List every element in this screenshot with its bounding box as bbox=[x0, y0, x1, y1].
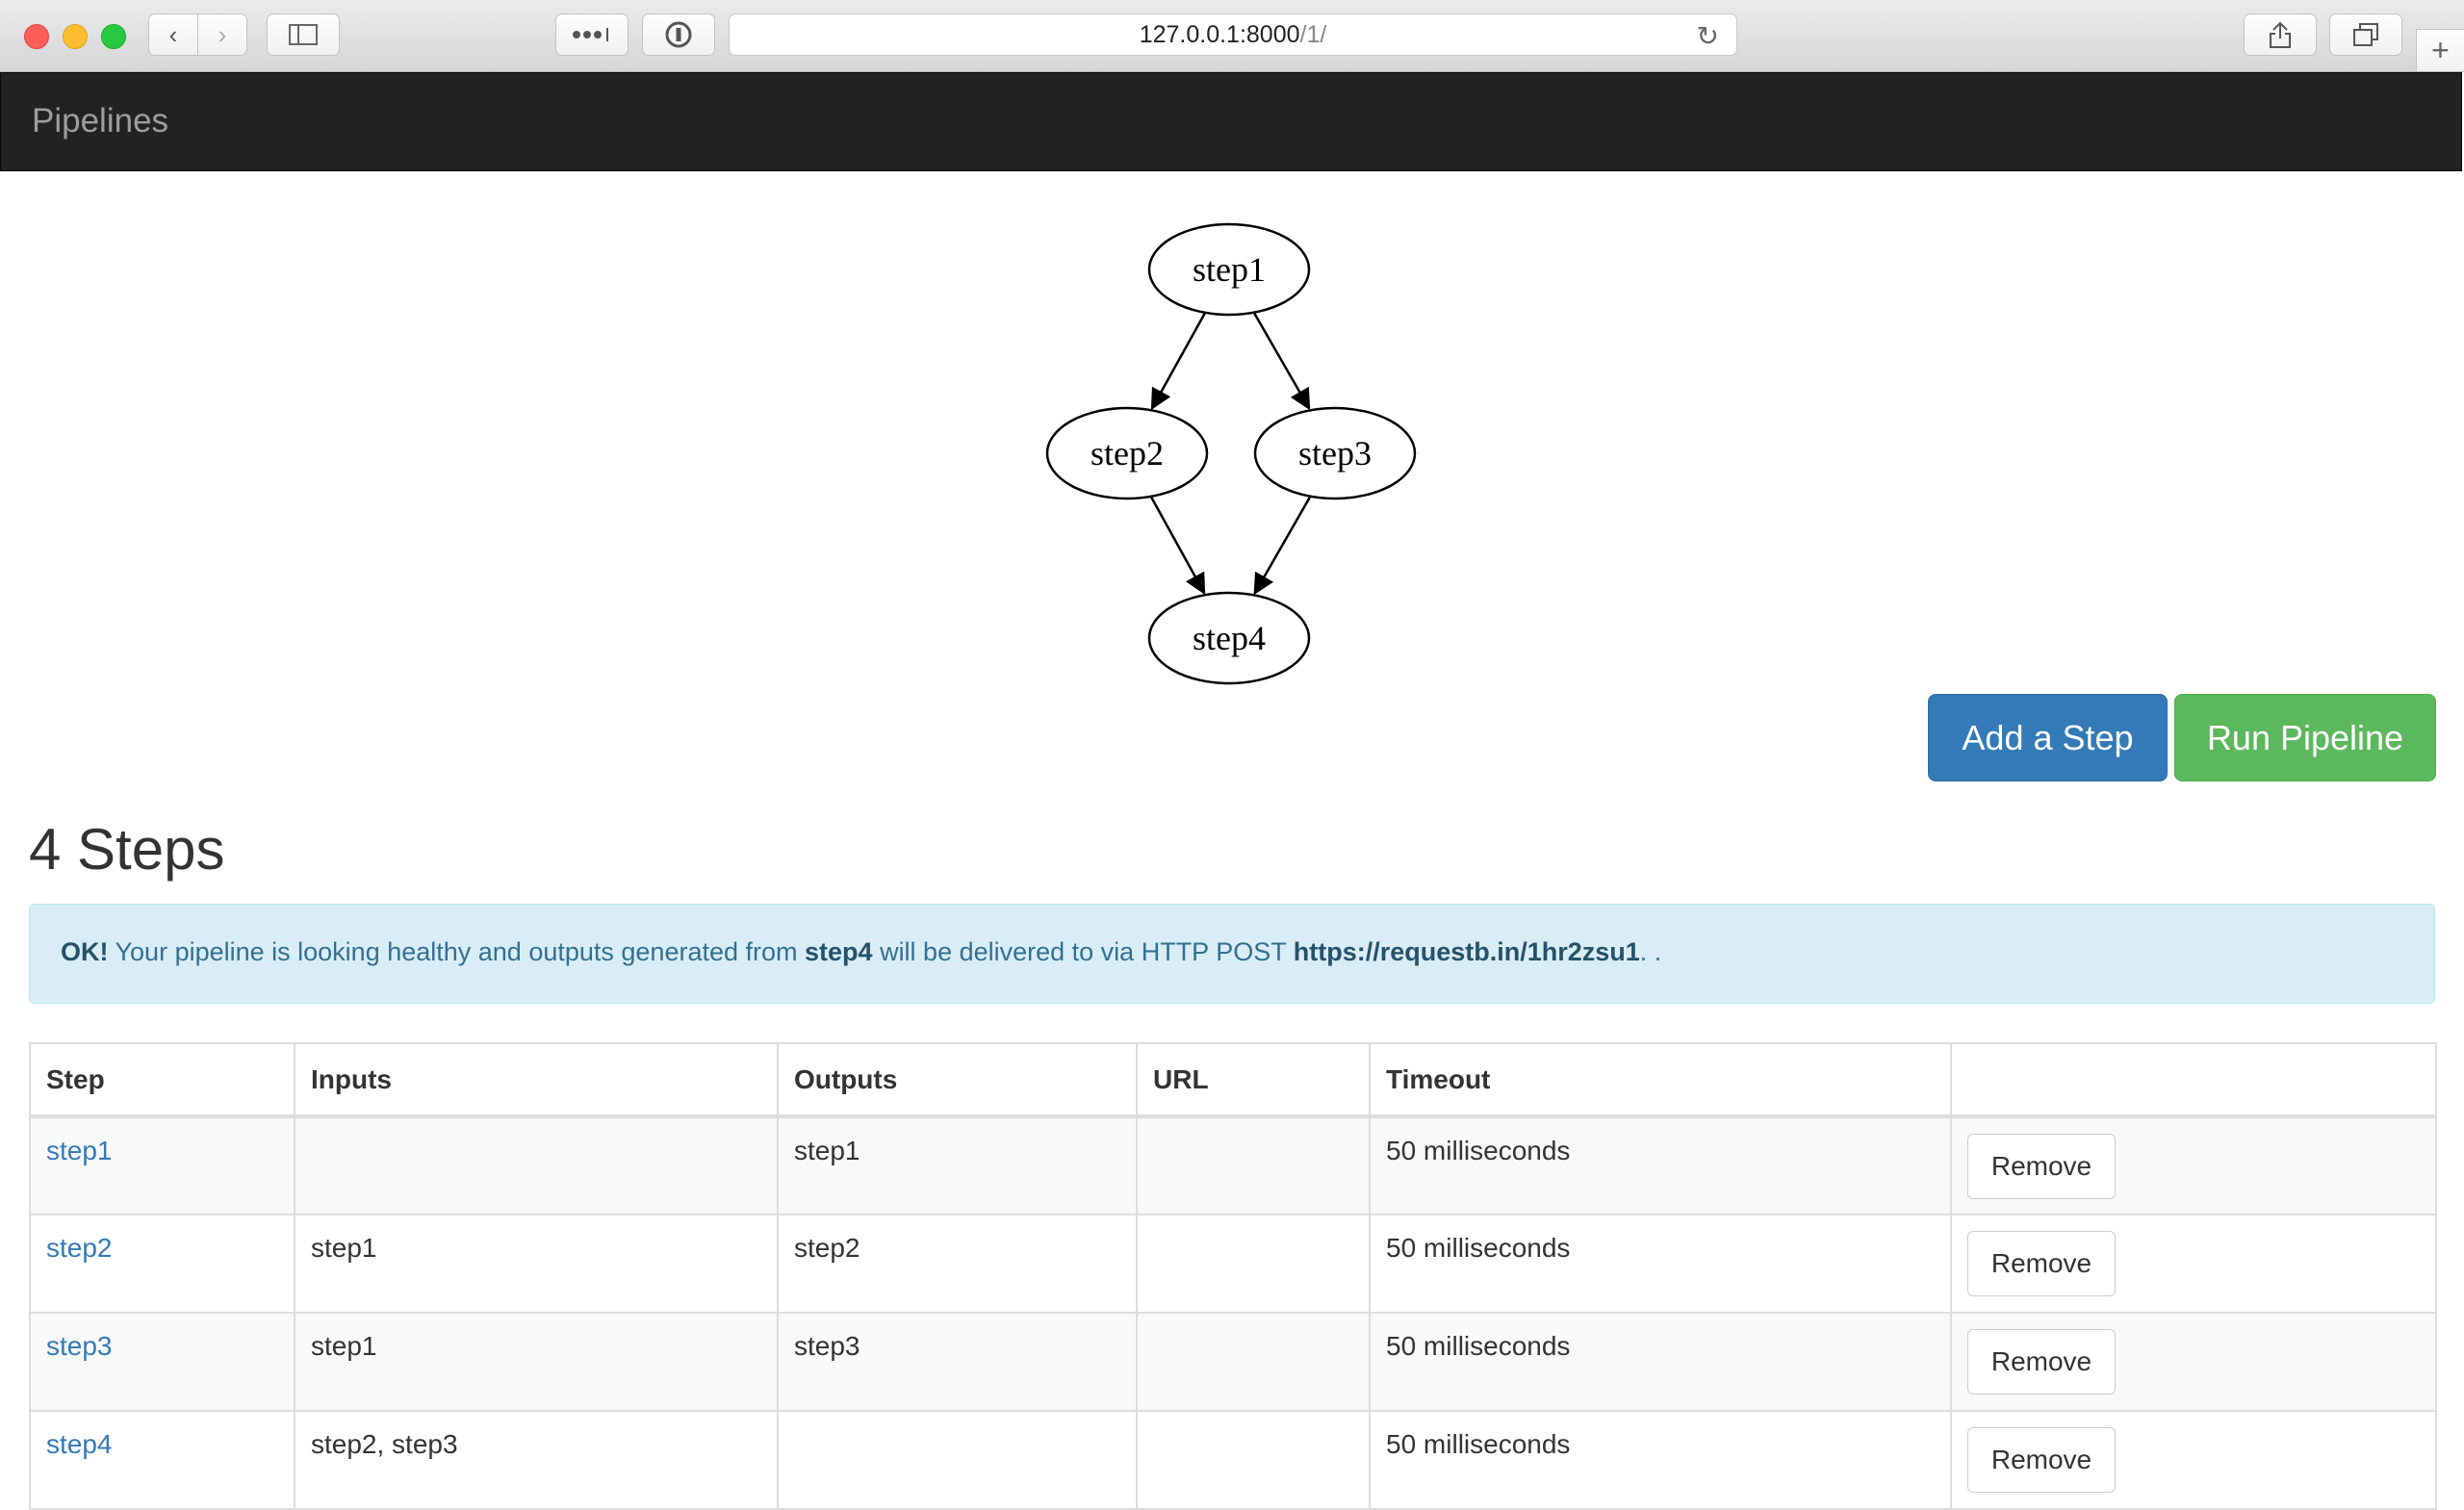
share-button[interactable] bbox=[2244, 13, 2317, 56]
actions-cell: Remove bbox=[1950, 1312, 2437, 1412]
alert-text-1: Your pipeline is looking healthy and out… bbox=[108, 937, 806, 966]
outputs-cell: step2 bbox=[777, 1214, 1138, 1314]
graph-edge-step1-step3 bbox=[1252, 312, 1311, 411]
alert-url: https://requestb.in/1hr2zsu1 bbox=[1293, 937, 1640, 966]
zoom-window-button[interactable] bbox=[101, 24, 126, 49]
sidebar-icon bbox=[289, 24, 318, 45]
graph-node-step2: step2 bbox=[1045, 406, 1209, 500]
remove-button[interactable]: Remove bbox=[1967, 1329, 2116, 1395]
remove-button[interactable]: Remove bbox=[1967, 1231, 2116, 1296]
graph-node-label: step3 bbox=[1298, 434, 1372, 473]
actions-cell: Remove bbox=[1950, 1115, 2437, 1216]
sidebar-toggle-button[interactable] bbox=[267, 13, 340, 56]
column-header-inputs: Inputs bbox=[294, 1042, 779, 1118]
graph-node-step4: step4 bbox=[1147, 591, 1311, 685]
graph-node-step1: step1 bbox=[1147, 222, 1311, 317]
browser-toolbar: ‹ › 127.0.0.1:8000/1/ ↻ + bbox=[0, 0, 2464, 72]
inputs-cell: step2, step3 bbox=[294, 1410, 779, 1510]
forward-button[interactable]: › bbox=[197, 13, 247, 56]
back-button[interactable]: ‹ bbox=[148, 13, 198, 56]
timeout-cell: 50 milliseconds bbox=[1369, 1214, 1952, 1314]
actions-cell: Remove bbox=[1950, 1410, 2437, 1510]
alert-text-2: will be delivered to via HTTP POST bbox=[872, 937, 1294, 966]
steps-table: Step Inputs Outputs URL Timeout step1 st… bbox=[29, 1042, 2437, 1510]
status-alert: OK! Your pipeline is looking healthy and… bbox=[29, 904, 2435, 1004]
navbar: Pipelines bbox=[0, 72, 2462, 171]
table-row: step3 step1 step3 50 milliseconds Remove bbox=[29, 1312, 2437, 1412]
graph-edge-step1-step2 bbox=[1150, 312, 1207, 411]
url-cell bbox=[1136, 1115, 1371, 1216]
column-header-step: Step bbox=[29, 1042, 295, 1118]
column-header-timeout: Timeout bbox=[1369, 1042, 1952, 1118]
run-pipeline-button[interactable]: Run Pipeline bbox=[2174, 694, 2436, 781]
table-row: step4 step2, step3 50 milliseconds Remov… bbox=[29, 1410, 2437, 1510]
step-link[interactable]: step3 bbox=[29, 1312, 295, 1412]
url-host: 127.0.0.1:8000 bbox=[1139, 20, 1300, 48]
close-window-button[interactable] bbox=[24, 24, 49, 49]
remove-button[interactable]: Remove bbox=[1967, 1427, 2116, 1493]
share-icon bbox=[2270, 21, 2291, 48]
graph-node-step3: step3 bbox=[1253, 406, 1417, 500]
info-icon bbox=[665, 21, 692, 48]
address-bar[interactable]: 127.0.0.1:8000/1/ ↻ bbox=[729, 13, 1737, 56]
timeout-cell: 50 milliseconds bbox=[1369, 1410, 1952, 1510]
graph-edge-step3-step4 bbox=[1253, 496, 1312, 596]
url-cell bbox=[1136, 1214, 1371, 1314]
inputs-cell bbox=[294, 1115, 779, 1216]
graph-node-label: step1 bbox=[1193, 250, 1266, 289]
password-button[interactable] bbox=[642, 13, 715, 56]
more-dots-icon bbox=[573, 28, 608, 41]
url-cell bbox=[1136, 1312, 1371, 1412]
plus-icon: + bbox=[2431, 33, 2450, 67]
chevron-right-icon: › bbox=[218, 19, 227, 49]
graph-node-label: step4 bbox=[1193, 619, 1266, 657]
outputs-cell: step3 bbox=[777, 1312, 1138, 1412]
inputs-cell: step1 bbox=[294, 1214, 779, 1314]
table-row: step2 step1 step2 50 milliseconds Remove bbox=[29, 1214, 2437, 1314]
column-header-url: URL bbox=[1136, 1042, 1371, 1118]
show-tabs-button[interactable] bbox=[2329, 13, 2402, 56]
table-header-row: Step Inputs Outputs URL Timeout bbox=[29, 1042, 2437, 1118]
pipeline-graph: step1 step2 step3 step4 bbox=[1045, 222, 1417, 685]
step-link[interactable]: step4 bbox=[29, 1410, 295, 1510]
reload-icon[interactable]: ↻ bbox=[1697, 20, 1719, 52]
step-link[interactable]: step1 bbox=[29, 1115, 295, 1216]
table-row: step1 step1 50 milliseconds Remove bbox=[29, 1115, 2437, 1216]
outputs-cell: step1 bbox=[777, 1115, 1138, 1216]
chevron-left-icon: ‹ bbox=[168, 19, 178, 49]
url-cell bbox=[1136, 1410, 1371, 1510]
tabs-icon bbox=[2353, 23, 2378, 46]
new-tab-button[interactable]: + bbox=[2416, 29, 2464, 71]
navbar-brand[interactable]: Pipelines bbox=[32, 102, 168, 141]
alert-step: step4 bbox=[805, 937, 873, 966]
remove-button[interactable]: Remove bbox=[1967, 1134, 2116, 1199]
actions-cell: Remove bbox=[1950, 1214, 2437, 1314]
column-header-actions bbox=[1950, 1042, 2437, 1118]
alert-text-3: . . bbox=[1639, 937, 1662, 966]
extensions-button[interactable] bbox=[555, 13, 629, 56]
inputs-cell: step1 bbox=[294, 1312, 779, 1412]
page-title: 4 Steps bbox=[29, 817, 225, 882]
alert-strong: OK! bbox=[61, 937, 109, 966]
minimize-window-button[interactable] bbox=[63, 24, 88, 49]
graph-edge-step2-step4 bbox=[1149, 496, 1206, 596]
timeout-cell: 50 milliseconds bbox=[1369, 1312, 1952, 1412]
url-path: /1/ bbox=[1299, 20, 1327, 48]
outputs-cell bbox=[777, 1410, 1138, 1510]
column-header-outputs: Outputs bbox=[777, 1042, 1138, 1118]
graph-node-label: step2 bbox=[1091, 434, 1164, 473]
timeout-cell: 50 milliseconds bbox=[1369, 1115, 1952, 1216]
add-step-button[interactable]: Add a Step bbox=[1928, 694, 2168, 781]
step-link[interactable]: step2 bbox=[29, 1214, 295, 1314]
